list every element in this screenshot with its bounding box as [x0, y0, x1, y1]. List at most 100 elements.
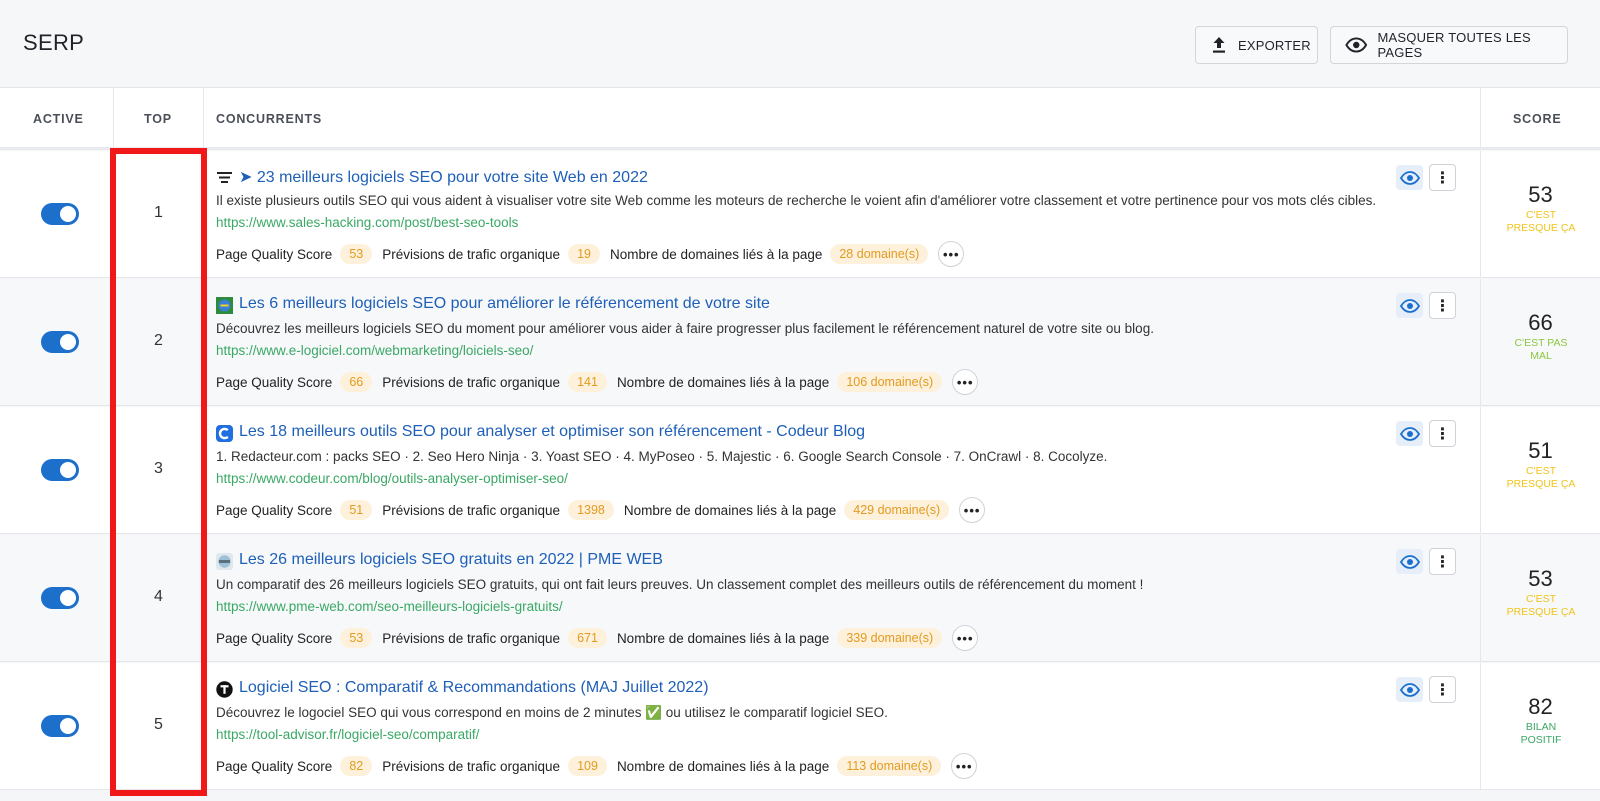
rank-cell: 1 [114, 151, 204, 277]
organic-traffic-value: 19 [568, 244, 600, 264]
active-toggle[interactable] [41, 587, 79, 609]
more-metrics-button[interactable]: ••• [938, 241, 965, 267]
column-header-active: ACTIVE [0, 88, 114, 150]
table-row: 4 Les 26 meilleurs logiciels SEO gratuit… [0, 535, 1600, 662]
page-header: SERP EXPORTER MASQUER TOUTES LES PAGES [0, 0, 1600, 88]
active-cell [0, 151, 114, 277]
result-title-link[interactable]: Les 26 meilleurs logiciels SEO gratuits … [239, 551, 663, 569]
active-cell [0, 279, 114, 405]
active-toggle[interactable] [41, 331, 79, 353]
result-url-link[interactable]: https://www.e-logiciel.com/webmarketing/… [216, 343, 533, 358]
page-quality-score-value: 53 [340, 244, 373, 264]
page-quality-score-label: Page Quality Score [216, 374, 333, 390]
view-page-button[interactable] [1396, 165, 1423, 190]
page-quality-score-label: Page Quality Score [216, 246, 333, 262]
pme-web-favicon-icon [216, 553, 233, 570]
linked-domains-value: 106 domaine(s) [837, 372, 943, 392]
linked-domains-value: 429 domaine(s) [844, 500, 950, 520]
competitor-cell: Les 26 meilleurs logiciels SEO gratuits … [204, 535, 1480, 661]
view-page-button[interactable] [1396, 549, 1423, 574]
score-value: 82 [1528, 694, 1553, 719]
organic-traffic-label: Prévisions de trafic organique [382, 246, 561, 262]
result-description: Il existe plusieurs outils SEO qui vous … [216, 193, 1377, 208]
page-quality-score-label: Page Quality Score [216, 630, 333, 646]
row-options-button[interactable]: ⋮ [1429, 164, 1456, 191]
rank-number: 5 [154, 716, 163, 733]
active-cell [0, 407, 114, 533]
score-value: 53 [1528, 182, 1553, 207]
result-url-link[interactable]: https://www.pme-web.com/seo-meilleurs-lo… [216, 599, 563, 614]
rank-cell: 2 [114, 279, 204, 405]
linked-domains-value: 113 domaine(s) [837, 756, 942, 776]
row-options-button[interactable]: ⋮ [1429, 676, 1456, 703]
score-label: C'EST PRESQUE ÇA [1506, 209, 1576, 234]
eye-icon [1399, 426, 1420, 441]
page-quality-score-value: 53 [340, 628, 373, 648]
result-title-link[interactable]: Les 6 meilleurs logiciels SEO pour améli… [239, 295, 770, 313]
result-url-link[interactable]: https://www.sales-hacking.com/post/best-… [216, 215, 518, 230]
row-options-button[interactable]: ⋮ [1429, 548, 1456, 575]
column-header-top: TOP [114, 88, 204, 150]
organic-traffic-value: 109 [568, 756, 607, 776]
organic-traffic-value: 671 [568, 628, 607, 648]
sales-hacking-favicon-icon [217, 172, 232, 183]
page-quality-score-label: Page Quality Score [216, 502, 333, 518]
column-header-score-label: SCORE [1513, 112, 1562, 126]
hide-all-pages-label: MASQUER TOUTES LES PAGES [1377, 30, 1531, 60]
eye-icon [1345, 37, 1368, 53]
metrics-bar: Page Quality Score 82 Prévisions de traf… [216, 753, 978, 779]
table-row: 2 Les 6 meilleurs logiciels SEO pour amé… [0, 279, 1600, 406]
active-cell [0, 535, 114, 661]
score-label: C'EST PRESQUE ÇA [1506, 593, 1576, 618]
competitor-cell: Les 6 meilleurs logiciels SEO pour améli… [204, 279, 1480, 405]
organic-traffic-value: 141 [568, 372, 607, 392]
export-button[interactable]: EXPORTER [1195, 26, 1318, 64]
competitor-cell: Les 18 meilleurs outils SEO pour analyse… [204, 407, 1480, 533]
more-metrics-button[interactable]: ••• [952, 369, 979, 395]
tool-advisor-favicon-icon [216, 681, 233, 698]
result-url-link[interactable]: https://tool-advisor.fr/logiciel-seo/com… [216, 727, 479, 742]
codeur-favicon-icon [216, 425, 233, 442]
score-cell: 51 C'EST PRESQUE ÇA [1480, 407, 1600, 533]
page-quality-score-value: 66 [340, 372, 373, 392]
organic-traffic-label: Prévisions de trafic organique [382, 502, 561, 518]
page-title: SERP [23, 30, 85, 55]
more-metrics-button[interactable]: ••• [951, 753, 978, 779]
column-header-competitors: CONCURRENTS [204, 88, 1480, 150]
hide-all-pages-button[interactable]: MASQUER TOUTES LES PAGES [1330, 26, 1568, 64]
column-header-active-label: ACTIVE [33, 112, 84, 126]
view-page-button[interactable] [1396, 677, 1423, 702]
toggle-knob [60, 206, 76, 222]
row-options-button[interactable]: ⋮ [1429, 292, 1456, 319]
toggle-knob [60, 462, 76, 478]
more-metrics-button[interactable]: ••• [952, 625, 979, 651]
score-value: 53 [1528, 566, 1553, 591]
result-title-link[interactable]: Les 18 meilleurs outils SEO pour analyse… [239, 423, 865, 441]
result-title-link[interactable]: Logiciel SEO : Comparatif & Recommandati… [239, 679, 709, 697]
view-page-button[interactable] [1396, 293, 1423, 318]
toggle-knob [60, 334, 76, 350]
organic-traffic-label: Prévisions de trafic organique [382, 758, 561, 774]
more-metrics-button[interactable]: ••• [959, 497, 986, 523]
row-options-button[interactable]: ⋮ [1429, 420, 1456, 447]
active-toggle[interactable] [41, 715, 79, 737]
score-label: C'EST PRESQUE ÇA [1506, 465, 1576, 490]
view-page-button[interactable] [1396, 421, 1423, 446]
rank-number: 4 [154, 588, 163, 605]
linked-domains-value: 339 domaine(s) [837, 628, 943, 648]
active-toggle[interactable] [41, 203, 79, 225]
result-title-link[interactable]: ➤ 23 meilleurs logiciels SEO pour votre … [239, 167, 648, 187]
linked-domains-value: 28 domaine(s) [830, 244, 929, 264]
upload-icon [1213, 37, 1225, 53]
score-value: 66 [1528, 310, 1553, 335]
linked-domains-label: Nombre de domaines liés à la page [616, 374, 830, 390]
score-label: C'EST PAS MAL [1514, 337, 1568, 362]
rank-number: 3 [154, 460, 163, 477]
active-toggle[interactable] [41, 459, 79, 481]
organic-traffic-label: Prévisions de trafic organique [382, 630, 561, 646]
score-cell: 82 BILAN POSITIF [1480, 663, 1600, 789]
table-row: 5 Logiciel SEO : Comparatif & Recommanda… [0, 663, 1600, 790]
competitor-cell: ➤ 23 meilleurs logiciels SEO pour votre … [204, 151, 1480, 277]
result-url-link[interactable]: https://www.codeur.com/blog/outils-analy… [216, 471, 568, 486]
page-quality-score-label: Page Quality Score [216, 758, 333, 774]
